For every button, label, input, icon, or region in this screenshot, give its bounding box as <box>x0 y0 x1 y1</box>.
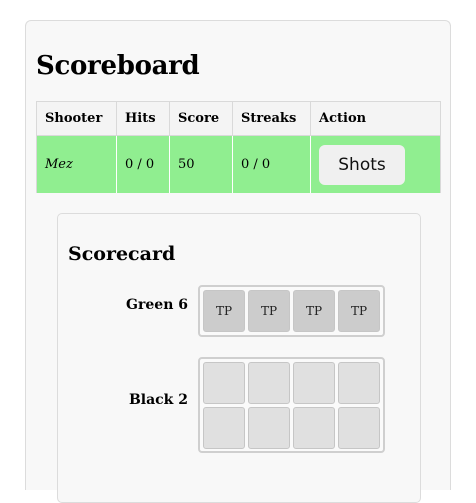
shot-cell[interactable]: TP <box>338 290 380 332</box>
score-value: 50 <box>169 135 233 193</box>
shot-cell[interactable]: TP <box>293 290 335 332</box>
column-header-score: Score <box>169 101 233 136</box>
shot-cell[interactable]: TP <box>203 290 245 332</box>
shot-cell[interactable] <box>293 362 335 404</box>
shot-cell[interactable] <box>338 407 380 449</box>
scoreboard-panel: Scoreboard Shooter Hits Score Streaks Ac… <box>25 20 451 503</box>
shot-cell[interactable] <box>248 362 290 404</box>
shooter-name: Mez <box>36 135 117 193</box>
table-row: Mez 0 / 0 50 0 / 0 Shots <box>36 135 441 193</box>
shot-cell[interactable] <box>203 407 245 449</box>
shot-cell[interactable] <box>338 362 380 404</box>
station-grid-black-2 <box>198 357 385 453</box>
hits-value: 0 / 0 <box>116 135 170 193</box>
station-label-black-2: Black 2 <box>128 392 188 408</box>
scorecard-title: Scorecard <box>68 243 176 265</box>
shot-cell[interactable] <box>203 362 245 404</box>
column-header-streaks: Streaks <box>232 101 311 136</box>
scorecard-panel: Scorecard Green 6 TP TP TP TP Black 2 <box>57 213 421 503</box>
column-header-hits: Hits <box>116 101 170 136</box>
scoreboard-table: Shooter Hits Score Streaks Action Mez 0 … <box>36 101 441 193</box>
table-header-row: Shooter Hits Score Streaks Action <box>36 101 441 136</box>
shot-cell[interactable] <box>293 407 335 449</box>
shots-button[interactable]: Shots <box>319 144 405 185</box>
action-cell: Shots <box>310 135 441 193</box>
page-title: Scoreboard <box>36 51 200 81</box>
streaks-value: 0 / 0 <box>232 135 311 193</box>
shot-cell[interactable]: TP <box>248 290 290 332</box>
column-header-action: Action <box>310 101 441 136</box>
station-label-green-6: Green 6 <box>126 297 188 313</box>
column-header-shooter: Shooter <box>36 101 117 136</box>
shot-cell[interactable] <box>248 407 290 449</box>
station-grid-green-6: TP TP TP TP <box>198 285 385 337</box>
